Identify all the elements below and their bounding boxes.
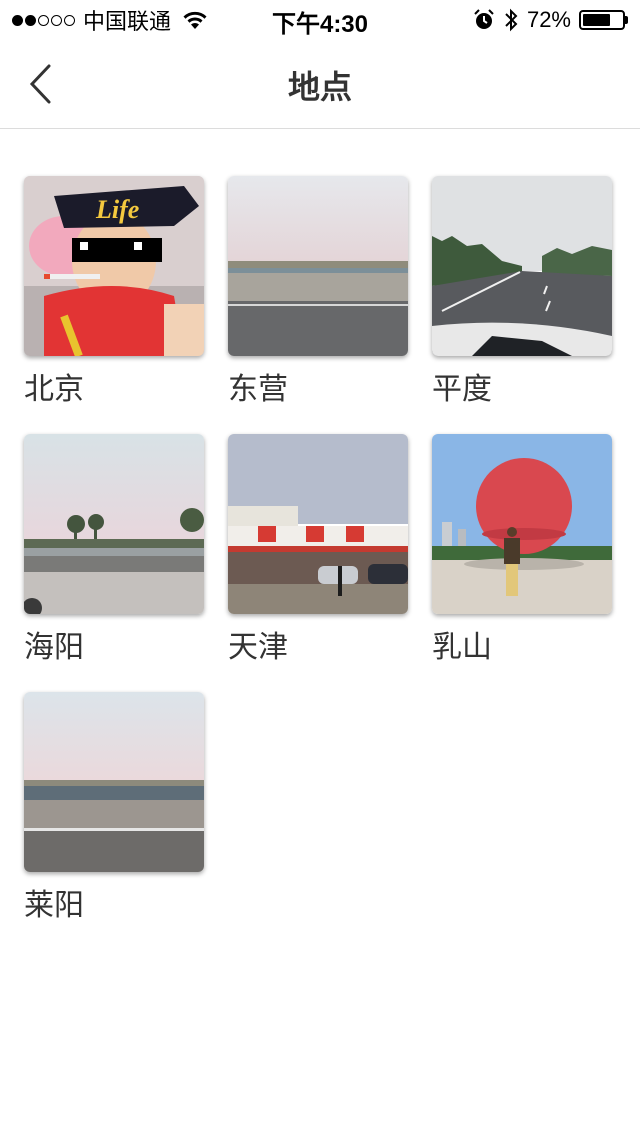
place-name: 北京 <box>24 372 84 407</box>
status-bar: 中国联通 下午4:30 72% <box>0 0 640 40</box>
place-photo <box>432 434 612 614</box>
place-name: 天津 <box>228 630 288 665</box>
place-tile[interactable]: 莱阳 <box>24 692 204 924</box>
place-photo: Life <box>24 176 204 356</box>
place-tile[interactable]: 东营 <box>228 176 408 408</box>
place-name: 莱阳 <box>24 888 84 923</box>
place-tile[interactable]: 天津 <box>228 434 408 666</box>
place-photo <box>228 176 408 356</box>
place-tile[interactable]: Life 北京 <box>24 176 204 408</box>
place-photo <box>432 176 612 356</box>
place-name: 东营 <box>228 372 288 407</box>
battery-percent: 72% <box>526 7 571 32</box>
place-tile[interactable]: 乳山 <box>432 434 612 666</box>
place-photo <box>24 692 204 872</box>
alarm-icon <box>474 9 494 29</box>
place-name: 海阳 <box>24 630 84 665</box>
page-title: 地点 <box>287 68 352 106</box>
place-tile[interactable]: 平度 <box>432 176 612 408</box>
status-right: 72% <box>473 6 628 34</box>
svg-text:Life: Life <box>95 195 139 224</box>
place-photo <box>228 434 408 614</box>
place-tile[interactable]: 海阳 <box>24 434 204 666</box>
place-name: 乳山 <box>432 630 492 665</box>
battery-icon <box>579 10 628 30</box>
place-photo <box>24 434 204 614</box>
navigation-bar: 地点 <box>0 40 640 129</box>
place-name: 平度 <box>432 372 492 407</box>
bluetooth-icon <box>505 8 518 32</box>
